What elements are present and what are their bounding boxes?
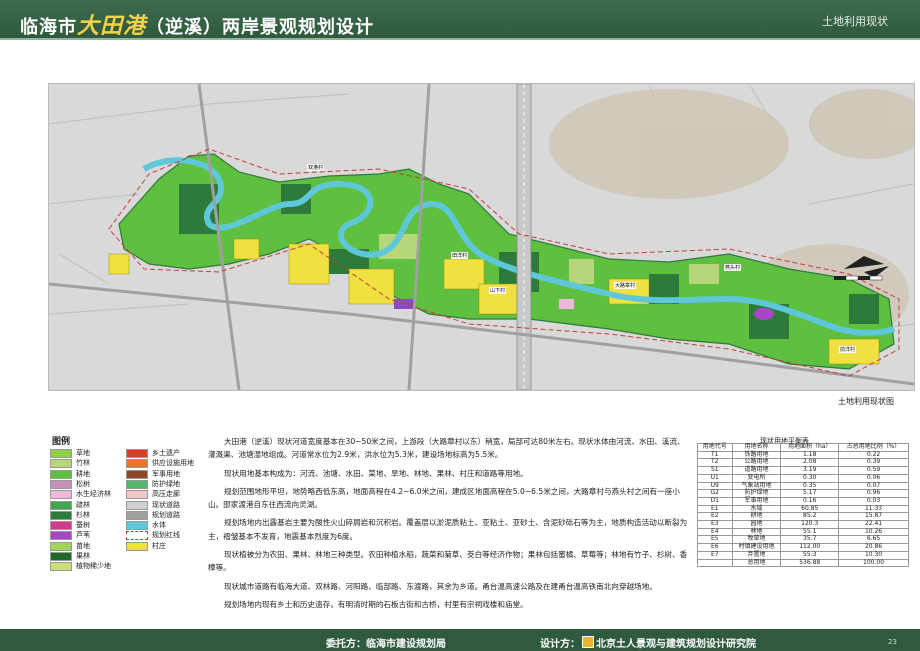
table-cell: 536.88 [780, 558, 840, 568]
legend-swatch [126, 469, 148, 479]
legend-label: 植物稀少地 [76, 562, 111, 571]
table-cell: 55.3 [780, 550, 840, 560]
section-title: 土地利用现状 [822, 15, 888, 28]
description: 大田港（逆溪）现状河道宽度基本在30~50米之间，上游段（大路章村以东）稍宽，局… [208, 435, 688, 616]
description-paragraph: 规划范围地形平坦，地势略西低东高，地面高程在4.2~6.0米之间，建成区地面高程… [208, 486, 680, 510]
title-prefix: 临海市 [20, 17, 77, 38]
legend-swatch [126, 459, 148, 469]
legend-label: 规划道路 [152, 510, 180, 519]
legend-label: 耕地 [76, 469, 90, 478]
legend-label: 苗地 [76, 541, 90, 550]
table-cell: 0.30 [780, 473, 840, 483]
legend-swatch [50, 510, 72, 520]
description-paragraph: 大田港（逆溪）现状河道宽度基本在30~50米之间，上游段（大路章村以东）稍宽，局… [208, 437, 685, 460]
header-divider [0, 38, 920, 40]
table-cell: 0.03 [838, 496, 909, 506]
designer-prefix: 设计方： [540, 639, 580, 650]
legend-label: 军事用地 [152, 469, 180, 478]
client-label: 委托方：临海市建设规划局 [326, 639, 446, 650]
page-number: 23 [888, 638, 897, 646]
designer-name: 北京土人景观与建筑规划设计研究院 [596, 639, 756, 650]
map-caption: 土地利用现状图 [838, 397, 894, 406]
legend-swatch [50, 521, 72, 531]
table-cell: 0.06 [838, 473, 909, 483]
description-paragraph: 现状城市道路有临海大道、双林路、河阳路、临部路、东渡路，其余为乡道。甬台温高速公… [224, 581, 657, 591]
table-cell: 总用地 [731, 558, 782, 568]
legend-swatch [50, 552, 72, 561]
table-row: E7 弃置地 55.3 10.30 [697, 550, 909, 560]
legend-label: 竹林 [76, 459, 90, 468]
map-label: 前洋村 [839, 346, 857, 353]
designer-logo-icon [582, 636, 594, 648]
table-cell: 100.00 [838, 558, 909, 568]
land-balance-table: 用地代号 用地名称 用地面积（ha） 占总用地比例（%） T1 铁路用地 1.18 0… [697, 443, 909, 568]
legend-label: 草地 [76, 449, 90, 457]
legend-swatch [126, 531, 148, 541]
legend-swatch [50, 500, 72, 510]
map-label: 大路章村 [614, 282, 637, 289]
legend-label: 果林 [76, 552, 90, 560]
legend-swatch [50, 459, 72, 469]
description-paragraph: 现状植被分为农田、果林、林地三种类型。农田种植水稻，蔬菜和菊草、茭白等经济作物；… [208, 550, 688, 573]
legend-swatch [50, 562, 72, 572]
legend-label: 村庄 [152, 541, 166, 550]
legend-label: 芦苇 [76, 531, 90, 540]
legend-swatch [126, 541, 148, 551]
legend-swatch [126, 490, 148, 500]
land-use-map-svg [49, 84, 914, 390]
map-label: 山下村 [489, 287, 507, 294]
legend-swatch [50, 479, 72, 489]
table-row: U1 变电所 0.30 0.06 [697, 473, 909, 483]
legend-title: 图例 [52, 437, 71, 447]
table-cell: 弃置地 [731, 550, 782, 560]
legend-label: 规划红线 [152, 531, 180, 540]
title-highlight: 大田港 [77, 13, 147, 39]
legend-label: 蚕树 [76, 521, 90, 530]
legend-swatch [126, 479, 148, 489]
land-use-map: 双港村 田洋村 山下村 大路章村 燕头村 前洋村 [48, 83, 915, 391]
legend-label: 水体 [152, 521, 166, 530]
table-cell: 军事用地 [731, 496, 782, 506]
description-paragraph: 现状用地基本构成为：河流、池塘、水田、菜地、旱地、林地、果林、村庄和道路等用地。 [224, 468, 528, 478]
legend-swatch [50, 531, 72, 541]
legend-label: 水生经济林 [76, 490, 111, 499]
designer-label: 设计方： 北京土人景观与建筑规划设计研究院 [540, 635, 756, 650]
header-bar: 临海市大田港（逆溪）两岸景观规划设计 土地利用现状 [0, 0, 920, 40]
table-cell: 10.30 [838, 550, 909, 560]
table-cell [697, 558, 733, 568]
map-label: 双港村 [307, 164, 325, 171]
legend-label: 供应设施用地 [152, 459, 194, 468]
map-label: 燕头村 [724, 264, 742, 271]
table-cell: E7 [697, 550, 733, 560]
table-cell: U1 [697, 473, 733, 483]
table-cell: D1 [697, 496, 733, 506]
legend-label: 松树 [76, 479, 90, 488]
legend-swatch [50, 469, 72, 479]
description-paragraph: 规划场地内出露基岩主要为酸性火山碎屑岩和沉积岩。覆盖层以淤泥质粘土、亚粘土、亚砂… [208, 518, 688, 541]
legend-swatch [126, 510, 148, 520]
legend-swatch [126, 521, 148, 531]
legend-swatch [126, 449, 148, 458]
legend-label: 杉林 [76, 510, 90, 519]
legend-label: 现状道路 [152, 500, 180, 509]
table-cell: 变电所 [731, 473, 782, 483]
legend-label: 乡土遗产 [152, 449, 180, 457]
legend-label: 防护绿地 [152, 479, 180, 488]
footer-bar: 委托方：临海市建设规划局 设计方： 北京土人景观与建筑规划设计研究院 23 [0, 629, 920, 651]
table-cell: 0.16 [780, 496, 840, 506]
legend-label: 高压走廊 [152, 490, 180, 499]
title-suffix: （逆溪）两岸景观规划设计 [146, 17, 375, 38]
legend-swatch [50, 541, 72, 551]
legend-swatch [50, 449, 72, 458]
legend-swatch [50, 490, 72, 500]
description-paragraph: 规划场地内现有乡土和历史遗存，有明清时期的石板古街和古桥，村里有宗祠戏楼和庙堂。 [224, 599, 528, 609]
table-row: 总用地 536.88 100.00 [697, 558, 909, 568]
map-label: 田洋村 [451, 252, 469, 259]
page-title: 临海市大田港（逆溪）两岸景观规划设计 [20, 8, 374, 40]
legend-swatch [126, 500, 148, 510]
table-row: D1 军事用地 0.16 0.03 [697, 496, 909, 506]
legend-label: 疏林 [76, 500, 90, 509]
